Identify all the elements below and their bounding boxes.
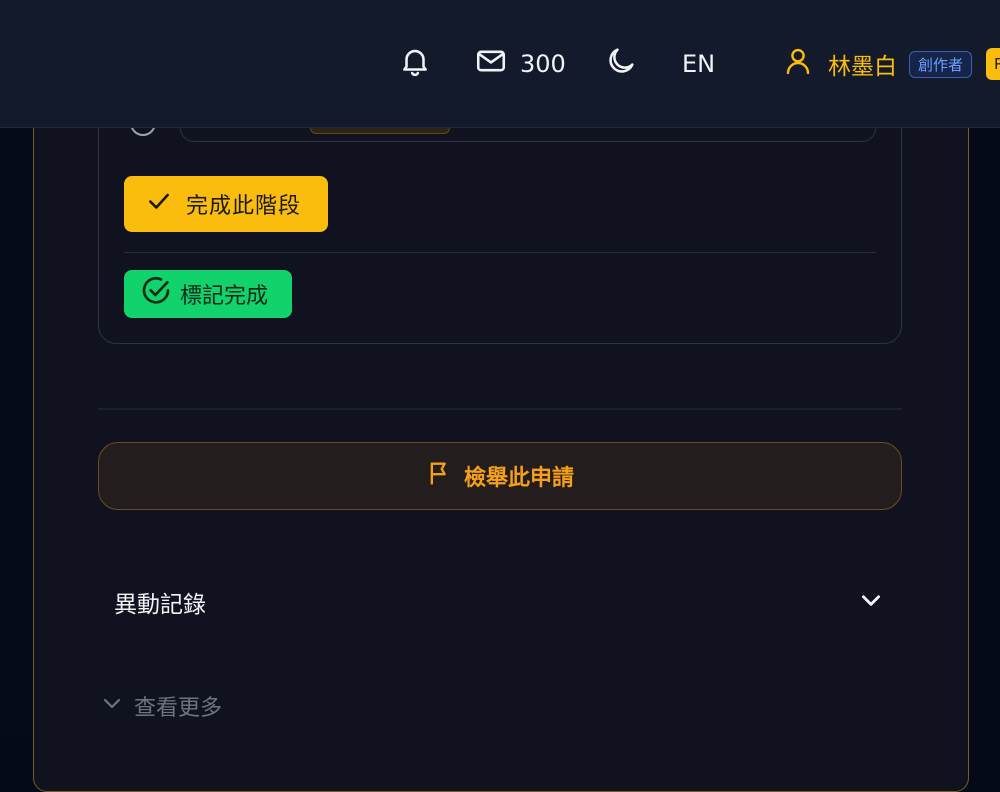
see-more-link[interactable]: 查看更多 [100,686,222,726]
notifications-button[interactable] [398,44,432,84]
see-more-label: 查看更多 [134,696,223,721]
language-label: EN [682,50,716,78]
flag-icon [426,459,454,493]
divider [124,252,876,253]
done-status-badge: 標記完成 [124,270,292,318]
done-status-label: 標記完成 [180,284,269,309]
user-name: 林墨白 [828,54,897,80]
complete-stage-button[interactable]: 完成此階段 [124,176,328,232]
chevron-down-small-icon [100,691,124,721]
mail-icon [474,44,508,84]
language-switch[interactable]: EN [682,44,715,84]
user-menu[interactable]: 林墨白 創作者 [782,44,973,84]
check-circle-icon [140,275,172,313]
report-application-button[interactable]: 檢舉此申請 [98,442,902,510]
history-accordion[interactable]: 異動記錄 [98,568,902,636]
bell-icon [398,44,432,84]
theme-toggle-button[interactable] [604,44,638,84]
report-label: 檢舉此申請 [463,466,574,491]
moon-icon [604,44,638,84]
complete-stage-label: 完成此階段 [186,194,302,219]
user-icon [782,45,814,83]
chevron-down-icon [858,587,884,617]
messages-button[interactable]: 300 [474,44,566,84]
section-divider [98,408,902,410]
top-navbar: 300 EN 林墨白 創作者 P [0,0,1000,128]
coin-count: 300 [520,50,566,78]
check-icon [146,188,172,220]
history-title: 異動記錄 [114,592,206,618]
role-badge: 創作者 [909,50,973,78]
plan-badge: P [986,48,1000,80]
plan-badge-label: P [994,55,1000,73]
